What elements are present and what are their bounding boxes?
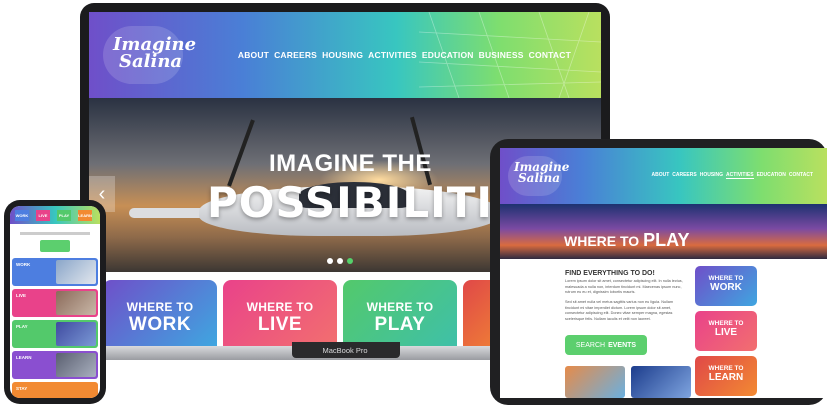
hero-title-line1: WHERE TO xyxy=(564,233,640,249)
phone-screen: WORK LIVE PLAY LEARN WORK LIVE PLAY LEAR… xyxy=(10,206,100,398)
phone-row-work[interactable]: WORK xyxy=(12,258,98,286)
card-work-line2: WORK xyxy=(710,282,742,293)
intro-paragraph-1: Lorem ipsum dolor sit amet, consectetur … xyxy=(565,279,683,294)
hero-title-line1: IMAGINE THE xyxy=(269,150,432,177)
site-logo[interactable]: Imagine Salina xyxy=(113,35,196,73)
event-thumbnail-2[interactable] xyxy=(631,366,691,398)
event-thumbnail-1[interactable] xyxy=(565,366,625,398)
slider-dot-2[interactable] xyxy=(337,258,343,264)
propeller-left xyxy=(227,119,255,187)
nav-housing[interactable]: HOUSING xyxy=(700,172,723,179)
phone-badge xyxy=(40,240,70,252)
nav-contact[interactable]: CONTACT xyxy=(789,172,813,179)
tablet-card-where-to-learn[interactable]: WHERE TO LEARN xyxy=(695,356,757,396)
nav-education[interactable]: EDUCATION xyxy=(422,50,474,60)
phone-row-image xyxy=(56,322,96,346)
card-live-line2: LIVE xyxy=(257,314,303,335)
tablet-screen: Imagine Salina ABOUT CAREERS HOUSING ACT… xyxy=(500,148,827,398)
phone-row-label: STAY xyxy=(16,386,28,391)
card-live-line2: LIVE xyxy=(714,327,738,338)
tablet-site-logo[interactable]: Imagine Salina xyxy=(514,161,569,186)
find-heading: FIND EVERYTHING TO DO! xyxy=(565,270,655,277)
slider-dot-1[interactable] xyxy=(327,258,333,264)
card-play-line2: PLAY xyxy=(374,314,426,335)
nav-education[interactable]: EDUCATION xyxy=(757,172,786,179)
card-play-line1: WHERE TO xyxy=(366,300,434,314)
tablet-card-where-to-work[interactable]: WHERE TO WORK xyxy=(695,266,757,306)
card-where-to-play[interactable]: WHERE TO PLAY xyxy=(343,280,457,346)
logo-line2: Salina xyxy=(518,171,561,186)
nav-about[interactable]: ABOUT xyxy=(238,50,269,60)
tablet-site-header: Imagine Salina ABOUT CAREERS HOUSING ACT… xyxy=(500,148,827,204)
card-work-line2: WORK xyxy=(128,314,192,335)
logo-line2: Salina xyxy=(119,51,183,73)
phone-row-label: LIVE xyxy=(16,293,27,298)
card-work-line1: WHERE TO xyxy=(708,275,744,282)
phone-row-image xyxy=(56,260,96,284)
phone-row-image xyxy=(56,353,96,377)
phone-row-stay[interactable]: STAY xyxy=(12,382,98,398)
phone-row-image xyxy=(56,291,96,315)
slider-dots xyxy=(327,258,353,264)
phone-tile-work[interactable]: WORK xyxy=(15,210,29,221)
nav-business[interactable]: BUSINESS xyxy=(479,50,524,60)
card-work-line1: WHERE TO xyxy=(126,300,194,314)
search-label-bold: EVENTS xyxy=(608,341,637,349)
phone-row-label: LEARN xyxy=(16,355,32,360)
nav-careers[interactable]: CAREERS xyxy=(672,172,696,179)
phone-row-play[interactable]: PLAY xyxy=(12,320,98,348)
phone-row-label: WORK xyxy=(16,262,31,267)
tablet-hero: WHERE TO PLAY xyxy=(500,204,827,259)
tablet-hero-title: WHERE TO PLAY xyxy=(564,230,689,251)
nav-contact[interactable]: CONTACT xyxy=(529,50,571,60)
intro-paragraph-2: Sed sit amet nulla vel metus sagittis va… xyxy=(565,300,674,321)
phone-row-learn[interactable]: LEARN xyxy=(12,351,98,379)
phone-tile-live[interactable]: LIVE xyxy=(36,210,50,221)
nav-activities-active[interactable]: ACTIVITIES xyxy=(726,172,754,179)
tablet-main-nav: ABOUT CAREERS HOUSING ACTIVITIES EDUCATI… xyxy=(651,172,813,179)
phone-row-live[interactable]: LIVE xyxy=(12,289,98,317)
tablet-card-where-to-live[interactable]: WHERE TO LIVE xyxy=(695,311,757,351)
card-learn-line2: LEARN xyxy=(708,372,744,383)
phone-text-line xyxy=(20,232,90,235)
nav-about[interactable]: ABOUT xyxy=(651,172,669,179)
slider-dot-3-active[interactable] xyxy=(347,258,353,264)
card-where-to-work[interactable]: WHERE TO WORK xyxy=(103,280,217,346)
chevron-left-icon: ‹ xyxy=(98,182,106,205)
phone-tile-play[interactable]: PLAY xyxy=(57,210,71,221)
nav-housing[interactable]: HOUSING xyxy=(322,50,363,60)
card-live-line1: WHERE TO xyxy=(708,320,744,327)
card-live-line1: WHERE TO xyxy=(246,300,314,314)
phone-tile-learn[interactable]: LEARN xyxy=(78,210,92,221)
main-nav: ABOUT CAREERS HOUSING ACTIVITIES EDUCATI… xyxy=(238,50,571,60)
search-label: SEARCH xyxy=(575,341,606,349)
site-header: Imagine Salina ABOUT CAREERS HOUSING ACT… xyxy=(89,12,601,98)
search-events-button[interactable]: SEARCH EVENTS xyxy=(565,335,647,355)
phone-row-label: PLAY xyxy=(16,324,28,329)
card-where-to-live[interactable]: WHERE TO LIVE xyxy=(223,280,337,346)
card-learn-line1: WHERE TO xyxy=(708,365,744,372)
nav-activities[interactable]: ACTIVITIES xyxy=(368,50,417,60)
nav-careers[interactable]: CAREERS xyxy=(274,50,317,60)
hero-title-line2: PLAY xyxy=(643,230,690,250)
